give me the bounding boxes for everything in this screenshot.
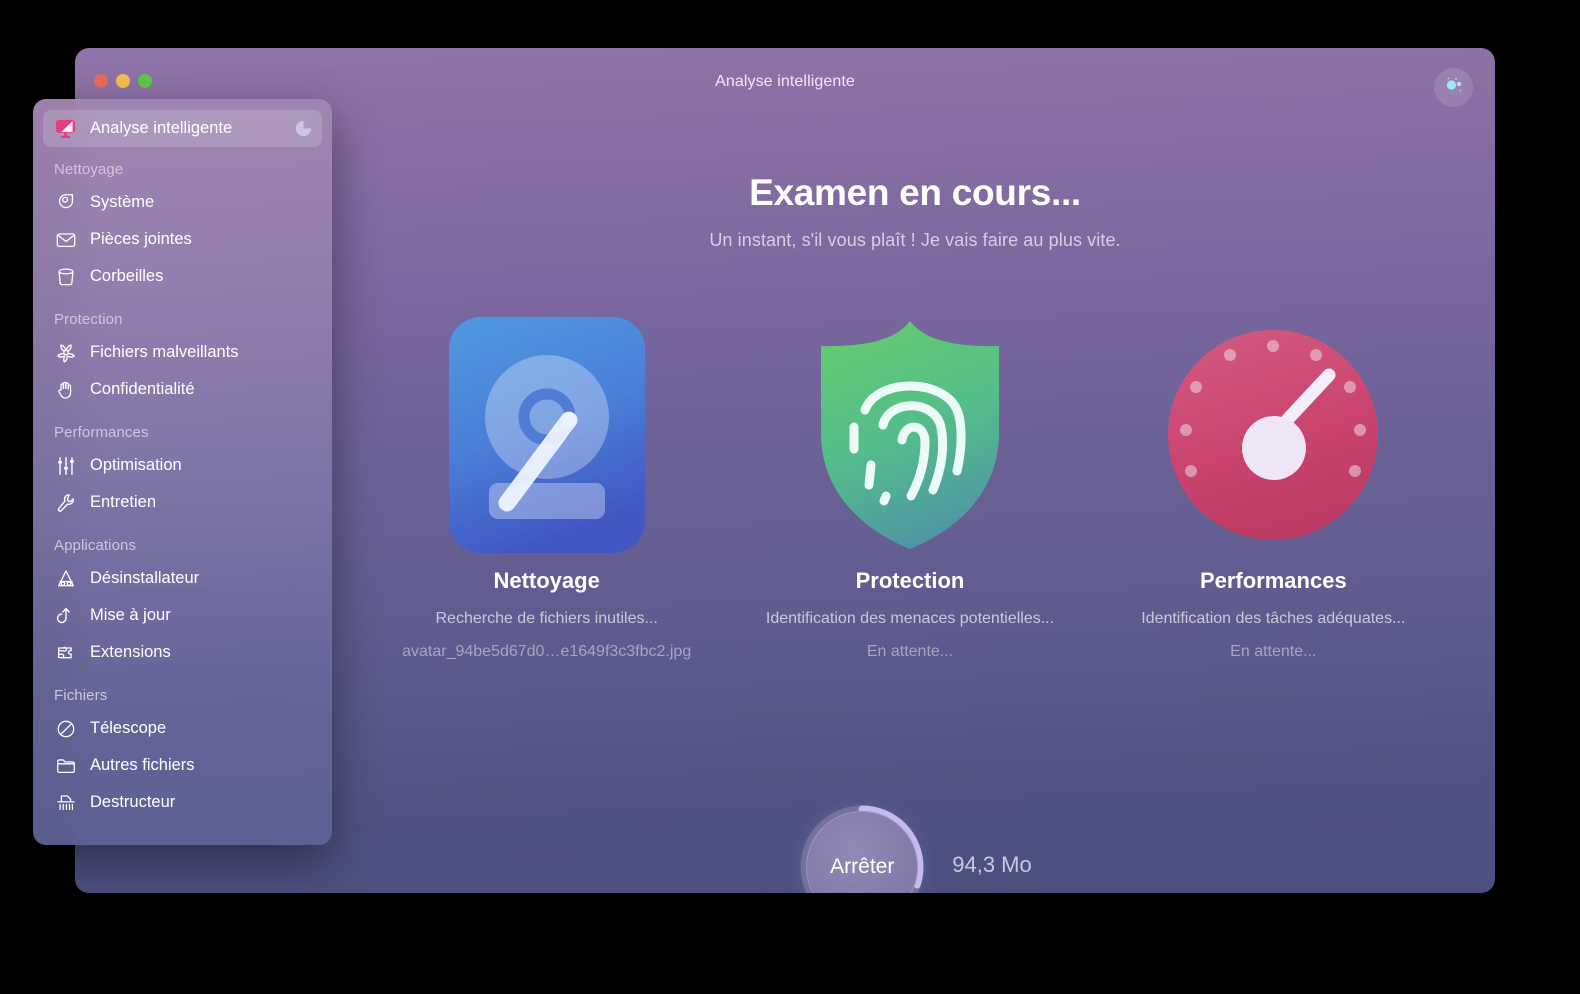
pie-progress-icon: [295, 120, 312, 137]
sidebar-item-extensions[interactable]: Extensions: [43, 634, 322, 671]
sidebar-item-corbeilles[interactable]: Corbeilles: [43, 258, 322, 295]
module-title: Protection: [855, 568, 965, 593]
module-detail: En attente...: [866, 642, 954, 660]
module-card-protection: Protection Identification des menaces po…: [745, 310, 1075, 661]
uninstaller-icon: [53, 568, 78, 590]
sidebar-item-label: Confidentialité: [90, 380, 195, 398]
page-title: Examen en cours...: [749, 172, 1081, 213]
wrench-maintenance-icon: [53, 492, 78, 514]
folder-icon: [53, 755, 78, 777]
sidebar-item-label: Destructeur: [90, 793, 176, 811]
scanned-size: 94,3 Mo: [952, 852, 1032, 877]
sidebar-item-systeme[interactable]: Système: [43, 184, 322, 221]
sidebar-item-label: Désinstallateur: [90, 569, 200, 587]
biohazard-malware-icon: [53, 342, 78, 364]
sidebar-item-fichiers-malveillants[interactable]: Fichiers malveillants: [43, 334, 322, 371]
sidebar-item-smart-scan[interactable]: Analyse intelligente: [43, 110, 322, 147]
sidebar-section-title: Fichiers: [54, 687, 108, 704]
module-title: Performances: [1199, 568, 1347, 593]
sidebar-item-desinstallateur[interactable]: Désinstallateur: [43, 560, 322, 597]
sidebar-section-title: Performances: [54, 424, 149, 441]
sidebar-item-label: Fichiers malveillants: [90, 343, 239, 361]
sidebar-item-label: Mise à jour: [90, 606, 171, 624]
speedometer-icon: [1108, 310, 1438, 560]
scan-footer: Arrêter 94,3 Mo: [335, 803, 1495, 893]
sidebar-item-label: Corbeilles: [90, 267, 164, 285]
sidebar-item-optimisation[interactable]: Optimisation: [43, 447, 322, 484]
account-button[interactable]: [1434, 68, 1473, 107]
smart-scan-monitor-icon: [53, 117, 78, 140]
sliders-optimization-icon: [53, 455, 78, 477]
puzzle-extensions-icon: [53, 642, 78, 664]
shield-fingerprint-icon: [745, 310, 1075, 560]
module-detail: En attente...: [1230, 642, 1317, 660]
main-content: Examen en cours... Un instant, s'il vous…: [335, 120, 1495, 893]
updater-arrow-icon: [53, 605, 78, 627]
module-title: Nettoyage: [493, 568, 600, 593]
sidebar-item-entretien[interactable]: Entretien: [43, 484, 322, 521]
sidebar-item-label: Extensions: [90, 643, 171, 661]
sidebar-item-label: Pièces jointes: [90, 230, 192, 248]
mail-attachment-icon: [53, 229, 78, 251]
sidebar-item-label: Optimisation: [90, 456, 182, 474]
sidebar-section-title: Nettoyage: [54, 161, 124, 178]
module-status: Identification des tâches adéquates...: [1141, 610, 1406, 627]
module-card-performances: Performances Identification des tâches a…: [1108, 310, 1438, 661]
window-title: Analyse intelligente: [715, 73, 855, 90]
sidebar-section-title: Protection: [54, 311, 123, 328]
sidebar: Analyse intelligente Nettoyage Système P…: [33, 99, 332, 845]
module-status: Recherche de fichiers inutiles...: [435, 610, 658, 627]
page-subtitle: Un instant, s'il vous plaît ! Je vais fa…: [709, 230, 1121, 250]
sidebar-item-label: Autres fichiers: [90, 756, 195, 774]
stop-progress-wrap: Arrêter: [798, 803, 926, 893]
scan-header: Examen en cours... Un instant, s'il vous…: [335, 172, 1495, 251]
module-status: Identification des menaces potentielles.…: [765, 610, 1055, 627]
sidebar-item-confidentialite[interactable]: Confidentialité: [43, 371, 322, 408]
sidebar-item-label: Entretien: [90, 493, 157, 511]
scan-modules: Nettoyage Recherche de fichiers inutiles…: [365, 310, 1455, 661]
sidebar-item-pieces-jointes[interactable]: Pièces jointes: [43, 221, 322, 258]
sidebar-section-title: Applications: [54, 537, 137, 554]
stop-button-label: Arrêter: [830, 855, 895, 878]
trash-bins-icon: [53, 266, 78, 288]
telescope-space-lens-icon: [53, 718, 78, 740]
sidebar-item-autres-fichiers[interactable]: Autres fichiers: [43, 747, 322, 784]
privacy-hand-icon: [53, 379, 78, 401]
sidebar-item-label: Système: [90, 193, 155, 211]
sidebar-item-label: Analyse intelligente: [90, 119, 233, 137]
shredder-icon: [53, 792, 78, 814]
module-detail: avatar_94be5d67d0…e1649f3c3fbc2.jpg: [402, 642, 692, 660]
system-junk-icon: [53, 192, 78, 214]
screen: Analyse intelligente Examen en cours...: [0, 0, 1580, 994]
sidebar-item-telescope[interactable]: Télescope: [43, 710, 322, 747]
sidebar-item-label: Télescope: [90, 719, 167, 737]
module-card-nettoyage: Nettoyage Recherche de fichiers inutiles…: [382, 310, 712, 661]
account-orb-icon: [1442, 73, 1466, 102]
sidebar-item-destructeur[interactable]: Destructeur: [43, 784, 322, 821]
sidebar-item-mise-a-jour[interactable]: Mise à jour: [43, 597, 322, 634]
hard-disk-icon: [382, 310, 712, 560]
